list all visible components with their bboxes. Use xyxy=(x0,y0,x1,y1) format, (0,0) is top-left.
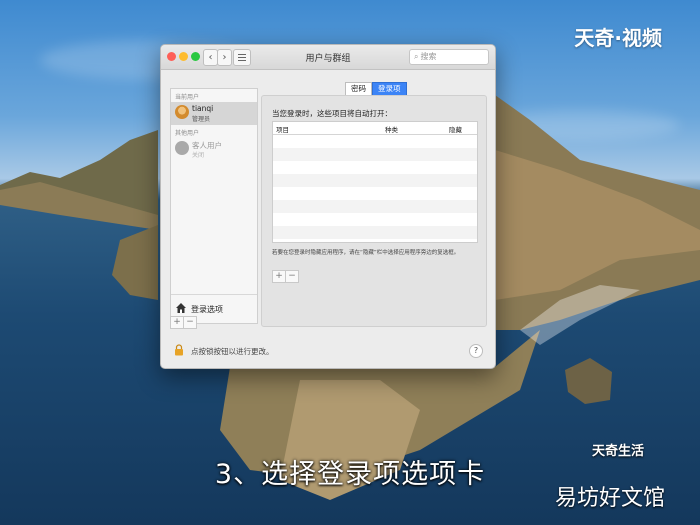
table-row xyxy=(273,226,477,239)
login-items-table[interactable]: 项目 种类 隐藏 xyxy=(272,121,478,243)
login-items-pane: 当您登录时，这些项目将自动打开： 项目 种类 隐藏 若要在您登录时隐藏应用程序，… xyxy=(261,95,487,327)
watermark-bottom: 易坊好文馆 xyxy=(555,486,666,511)
search-icon: ⌕ xyxy=(414,52,419,61)
other-users-header: 其他用户 xyxy=(175,130,200,137)
table-row xyxy=(273,200,477,213)
column-item[interactable]: 项目 xyxy=(276,124,289,134)
table-row xyxy=(273,135,477,148)
login-items-controls: + − xyxy=(272,263,299,283)
table-row xyxy=(273,213,477,226)
user-sidebar: 当前用户 tianqi 管理员 其他用户 客人用户 关闭 登录选项 xyxy=(170,88,258,324)
column-kind[interactable]: 种类 xyxy=(385,124,398,134)
column-hide[interactable]: 隐藏 xyxy=(449,124,462,134)
lock-icon[interactable] xyxy=(173,344,185,356)
table-row xyxy=(273,174,477,187)
add-user-button[interactable]: + xyxy=(170,316,184,329)
guest-avatar xyxy=(175,141,189,155)
current-users-header: 当前用户 xyxy=(175,94,200,101)
title-bar[interactable]: ‹ › 用户与群组 ⌕ 搜索 xyxy=(161,45,495,70)
search-input[interactable]: ⌕ 搜索 xyxy=(409,49,489,65)
table-header: 项目 种类 隐藏 xyxy=(273,122,477,135)
user-item-guest[interactable]: 客人用户 关闭 xyxy=(171,138,257,161)
users-groups-window: ‹ › 用户与群组 ⌕ 搜索 当前用户 tianqi 管理员 其他用户 客人用户 … xyxy=(160,44,496,369)
watermark-top: 天奇·视频 xyxy=(574,26,662,50)
table-row xyxy=(273,148,477,161)
hide-hint: 若要在您登录时隐藏应用程序，请在“隐藏”栏中选择应用程序旁边的复选框。 xyxy=(272,250,460,256)
table-row xyxy=(273,161,477,174)
tab-password[interactable]: 密码 xyxy=(345,82,372,96)
add-login-item-button[interactable]: + xyxy=(272,270,286,283)
table-row xyxy=(273,187,477,200)
remove-user-button[interactable]: − xyxy=(183,316,197,329)
window-footer: 点按锁按钮以进行更改。 ? xyxy=(171,342,491,360)
user-avatar xyxy=(175,105,189,119)
tab-bar: 密码 登录项 xyxy=(345,82,407,96)
user-name: tianqi xyxy=(192,104,214,113)
guest-status: 关闭 xyxy=(192,152,205,159)
user-item-current[interactable]: tianqi 管理员 xyxy=(171,102,257,125)
help-button[interactable]: ? xyxy=(469,344,483,358)
sidebar-controls: + − xyxy=(170,309,197,329)
watermark-bottom-small: 天奇生活 xyxy=(592,444,645,459)
tab-login-items[interactable]: 登录项 xyxy=(372,82,407,96)
user-role: 管理员 xyxy=(192,116,211,123)
lock-text: 点按锁按钮以进行更改。 xyxy=(191,347,274,356)
remove-login-item-button[interactable]: − xyxy=(285,270,299,283)
login-items-description: 当您登录时，这些项目将自动打开： xyxy=(272,109,392,118)
search-placeholder: 搜索 xyxy=(420,52,437,61)
